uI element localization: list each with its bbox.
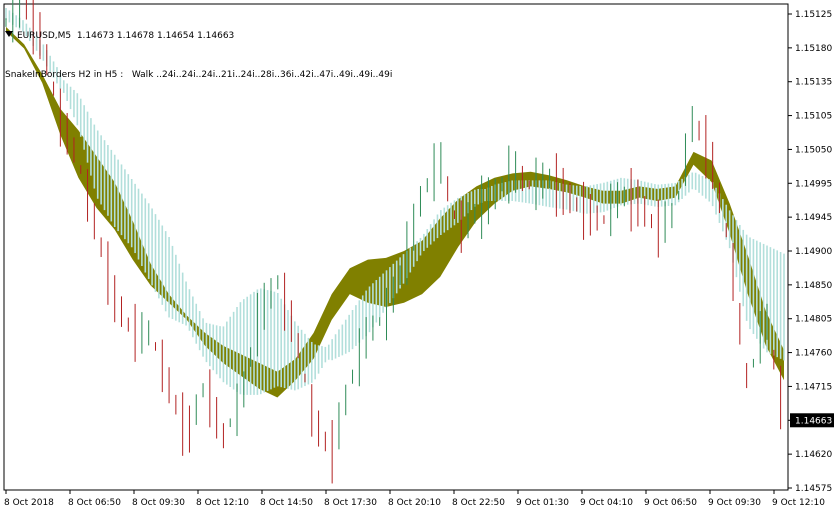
y-tick-label: 1.14995 <box>795 179 832 189</box>
x-tick-label: 8 Oct 22:50 <box>452 498 505 508</box>
current-price-label: 1.14663 <box>795 416 832 426</box>
x-tick-label: 9 Oct 09:30 <box>708 498 761 508</box>
x-tick-label: 9 Oct 06:50 <box>644 498 697 508</box>
chart-header: EURUSD,M5 1.14673 1.14678 1.14654 1.1466… <box>5 4 392 108</box>
y-tick-label: 1.15050 <box>795 145 832 155</box>
x-tick-label: 8 Oct 09:30 <box>132 498 185 508</box>
y-tick-label: 1.14575 <box>795 484 832 494</box>
x-tick-label: 8 Oct 14:50 <box>260 498 313 508</box>
x-tick-label: 8 Oct 12:10 <box>196 498 249 508</box>
y-tick-label: 1.14715 <box>795 382 832 392</box>
y-tick-label: 1.14850 <box>795 281 832 291</box>
price-axis: 1.15125 1.15180 1.15135 1.15105 1.15050 1.149… <box>788 10 834 494</box>
y-tick-label: 1.14620 <box>795 450 832 460</box>
y-tick-label: 1.15105 <box>795 112 832 122</box>
symbol-quote: EURUSD,M5 1.14673 1.14678 1.14654 1.1466… <box>17 31 235 41</box>
indicator-label: SnakeInBorders H2 in H5 : Walk ..24i..24… <box>5 70 393 80</box>
x-tick-label: 9 Oct 12:10 <box>772 498 825 508</box>
y-tick-label: 1.15180 <box>795 44 832 54</box>
chart-area[interactable]: 1.15125 1.15180 1.15135 1.15105 1.15050 1.149… <box>0 0 836 513</box>
x-tick-label: 8 Oct 2018 <box>4 498 54 508</box>
y-tick-label: 1.14805 <box>795 315 832 325</box>
x-tick-label: 9 Oct 04:10 <box>580 498 633 508</box>
dropdown-icon[interactable] <box>5 31 13 37</box>
x-tick-label: 9 Oct 01:30 <box>516 498 569 508</box>
y-tick-label: 1.14900 <box>795 247 832 257</box>
x-tick-label: 8 Oct 06:50 <box>68 498 121 508</box>
y-tick-label: 1.14945 <box>795 213 832 223</box>
y-tick-label: 1.15135 <box>795 78 832 88</box>
x-tick-label: 8 Oct 17:30 <box>324 498 377 508</box>
x-tick-label: 8 Oct 20:10 <box>388 498 441 508</box>
y-tick-label: 1.15125 <box>795 10 832 20</box>
y-tick-label: 1.14760 <box>795 349 832 359</box>
